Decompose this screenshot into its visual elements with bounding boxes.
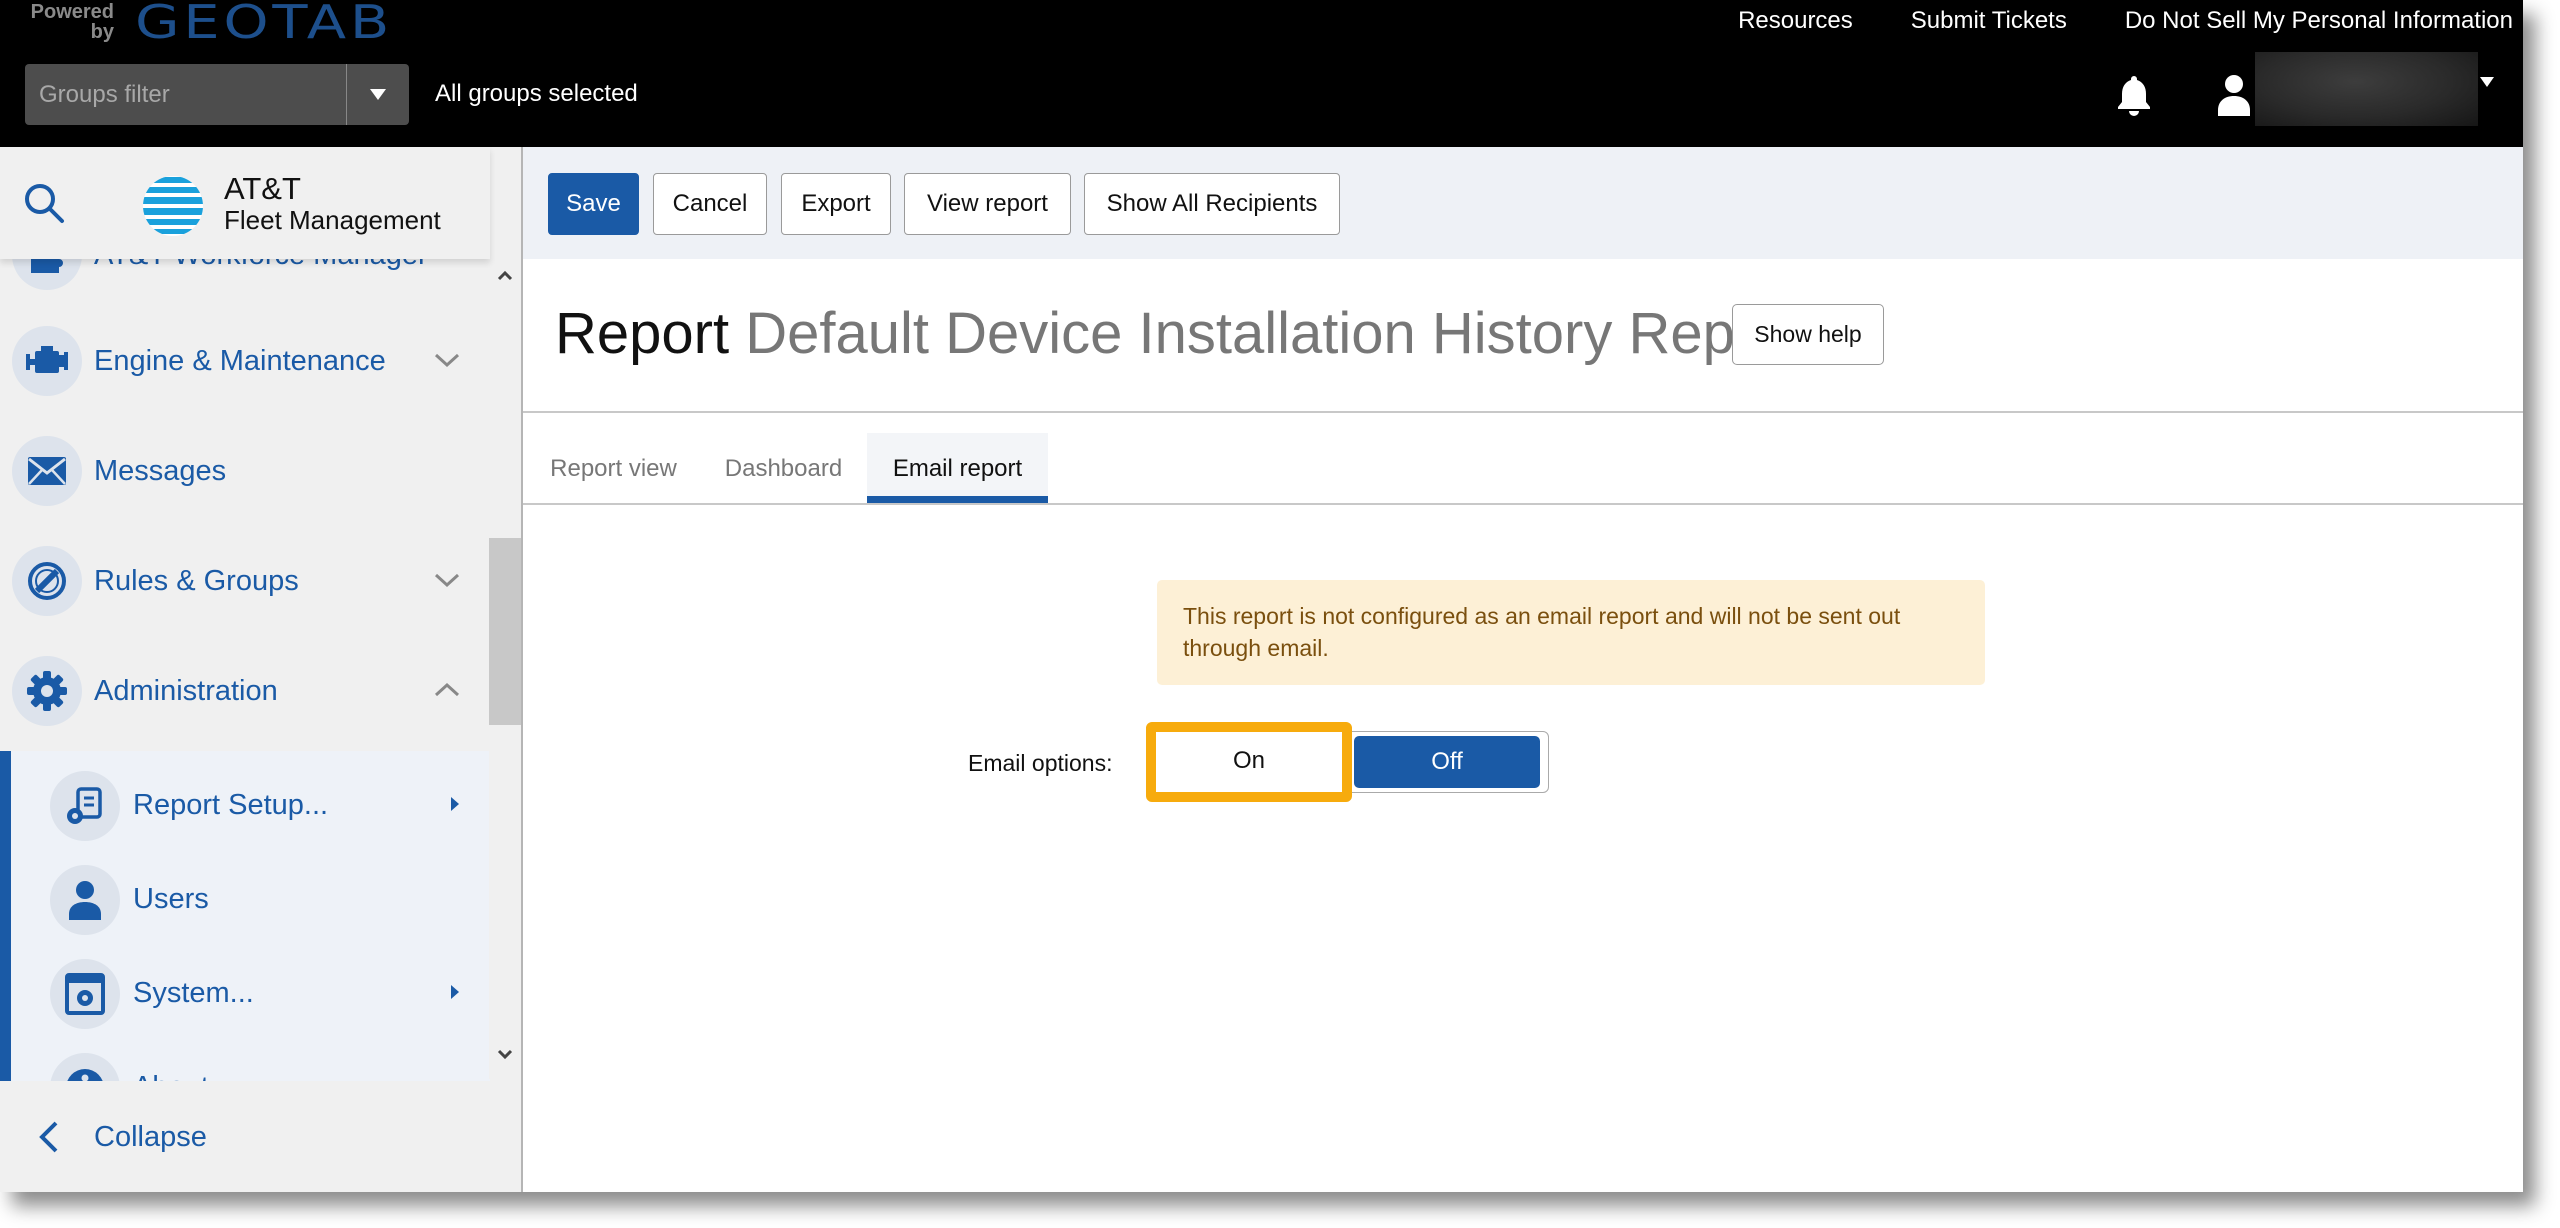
email-options-label: Email options: [968,750,1113,776]
divider [523,411,2523,413]
gear-icon [12,656,82,726]
brand-subtitle: Fleet Management [224,205,441,235]
report-setup-icon [50,771,120,841]
divider [523,503,2523,505]
sidebar-subitem-users[interactable]: Users [0,855,490,947]
chevron-up-icon[interactable] [432,679,462,701]
resources-link[interactable]: Resources [1738,6,1853,36]
sidebar-subitem-label: Report Setup... [133,789,329,821]
sidebar-header: AT&T Fleet Management [0,147,490,259]
top-header: Powered by GEOTAB Resources Submit Ticke… [0,0,2523,147]
powered-by-label: Powered by [30,1,114,43]
scrollbar-thumb[interactable] [489,538,521,725]
email-off-option[interactable]: Off [1354,736,1540,788]
groups-filter[interactable]: Groups filter [25,64,409,125]
sidebar-item-messages[interactable]: Messages [0,421,490,521]
caret-down-icon [370,89,386,100]
sidebar-item-engine-maintenance[interactable]: Engine & Maintenance [0,311,490,411]
submenu-arrow-icon [451,985,459,999]
groups-filter-dropdown-button[interactable] [347,64,409,125]
email-warning-alert: This report is not configured as an emai… [1157,580,1985,685]
show-help-button[interactable]: Show help [1732,304,1884,365]
submit-tickets-link[interactable]: Submit Tickets [1911,6,2067,36]
collapse-label: Collapse [94,1121,207,1153]
tab-report-view[interactable]: Report view [523,433,704,503]
sidebar-item-rules-groups[interactable]: Rules & Groups [0,531,490,631]
export-button[interactable]: Export [781,173,891,235]
att-globe-logo [143,176,203,236]
administration-submenu: Report Setup... Users System... [0,751,490,1123]
sidebar-subitem-label: Users [133,883,209,915]
main-content: Save Cancel Export View report Show All … [523,147,2523,1192]
groups-status: All groups selected [435,80,638,107]
chevron-down-icon[interactable] [432,569,462,591]
brand-title: AT&T [224,171,301,206]
system-settings-icon [50,959,120,1029]
toolbar: Save Cancel Export View report Show All … [523,147,2523,259]
tab-email-report[interactable]: Email report [867,433,1048,503]
user-icon[interactable] [2217,74,2251,116]
tab-dashboard[interactable]: Dashboard [704,433,863,503]
search-icon[interactable] [22,181,66,225]
geotab-logo: GEOTAB [135,0,394,49]
show-all-recipients-button[interactable]: Show All Recipients [1084,173,1340,235]
cancel-button[interactable]: Cancel [653,173,767,235]
sidebar: AT&T Fleet Management AT&T Workforce Man… [0,147,523,1192]
envelope-icon [12,436,82,506]
email-on-option[interactable]: On [1146,722,1352,802]
sidebar-subitem-system[interactable]: System... [0,949,490,1041]
sidebar-subitem-report-setup[interactable]: Report Setup... [0,761,490,853]
scroll-up-icon[interactable] [497,269,513,281]
sidebar-scrollbar[interactable] [489,259,521,1079]
sidebar-subitem-label: System... [133,977,254,1009]
sidebar-item-label: Administration [94,675,278,707]
page-title-prefix: Report [555,301,730,366]
page-title: Report Default Device Installation Histo… [555,299,1803,369]
user-icon [50,865,120,935]
sidebar-item-label: Messages [94,455,227,487]
user-name-redacted[interactable] [2255,52,2478,126]
do-not-sell-link[interactable]: Do Not Sell My Personal Information [2125,6,2513,36]
sidebar-item-label: Rules & Groups [94,565,299,597]
rules-icon [12,546,82,616]
collapse-sidebar-button[interactable]: Collapse [0,1081,521,1192]
submenu-arrow-icon [451,797,459,811]
bell-icon[interactable] [2116,74,2152,116]
caret-down-icon [2480,77,2494,104]
scroll-down-icon[interactable] [497,1049,513,1061]
chevron-down-icon[interactable] [432,349,462,371]
sidebar-item-label: Engine & Maintenance [94,345,386,377]
top-links: Resources Submit Tickets Do Not Sell My … [1738,6,2513,36]
chevron-left-icon [39,1121,58,1153]
user-menu-toggle[interactable] [2480,77,2494,105]
email-options-toggle: Off On [1146,722,1549,802]
save-button[interactable]: Save [548,173,639,235]
groups-filter-input[interactable]: Groups filter [25,64,347,125]
view-report-button[interactable]: View report [904,173,1071,235]
sidebar-item-administration[interactable]: Administration [0,641,490,741]
engine-icon [12,326,82,396]
report-name: Default Device Installation History Repo… [745,301,1803,366]
app-window: Powered by GEOTAB Resources Submit Ticke… [0,0,2523,1192]
